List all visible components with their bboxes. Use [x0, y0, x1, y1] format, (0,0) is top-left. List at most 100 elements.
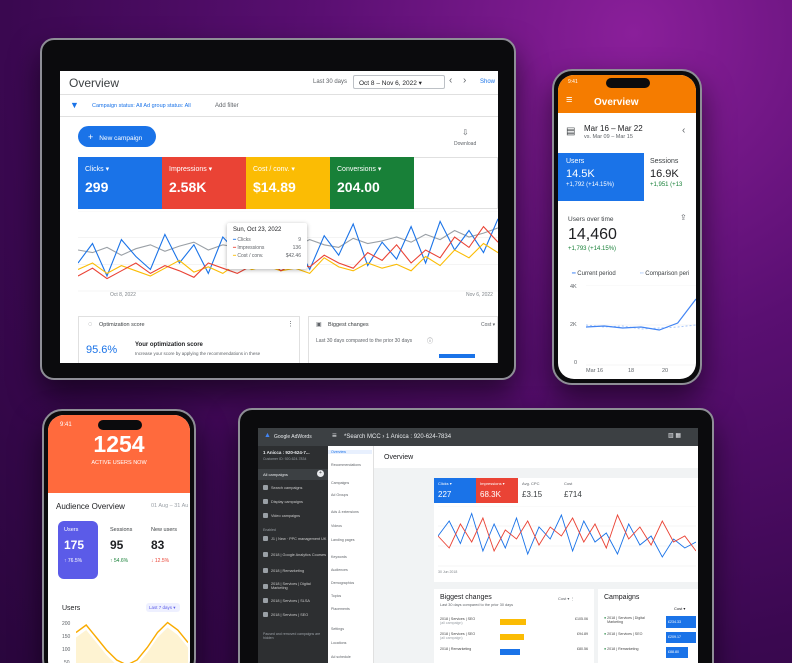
biggest-changes-card[interactable]: ▣ Biggest changes Cost ▾ Last 30 days co…	[308, 316, 498, 363]
kpi-clicks[interactable]: Clicks ▾ 227	[434, 478, 476, 503]
campaign-sidebar: 1 Anicca : 920-624-7... Customer ID: 920…	[258, 446, 328, 663]
help-icon[interactable]: ⓘ	[427, 336, 433, 345]
filter-status[interactable]: Campaign status: All Ad group status: Al…	[92, 103, 191, 109]
toolbar-icons[interactable]: ▥ ▦	[668, 432, 681, 439]
compare-range: vs. Mar 09 – Mar 15	[584, 134, 633, 140]
nav-ad-groups[interactable]: Ad Groups	[328, 493, 372, 497]
nav-audiences[interactable]: Audiences	[328, 568, 372, 572]
show-link[interactable]: Show	[480, 79, 495, 85]
adwords-biggest-changes[interactable]: Biggest changes Cost ▾ ⋮ Last 30 days co…	[434, 589, 594, 663]
kpi-avg-cpc[interactable]: Avg. CPC £3.15	[518, 478, 560, 503]
users-title: Users	[62, 605, 81, 612]
chevron-left-icon[interactable]: ‹	[682, 125, 685, 136]
legend-current: ━ Current period	[572, 271, 616, 277]
bc-row[interactable]: 2018 | Services | SEO (all campaign) £94.8…	[440, 632, 590, 644]
nav-videos[interactable]: Videos	[328, 524, 372, 528]
camp-cost-label: Cost	[674, 606, 683, 611]
kpi-impressions[interactable]: Impressions ▾ 68.3K	[476, 478, 518, 503]
add-filter-link[interactable]: Add filter	[215, 103, 239, 109]
users-line-chart	[586, 285, 696, 366]
all-campaigns-label: All campaigns	[263, 472, 288, 477]
date-range[interactable]: Mar 16 – Mar 22	[584, 124, 643, 133]
add-icon[interactable]: +	[317, 470, 324, 477]
cost-selector[interactable]: Cost ▾	[481, 322, 495, 328]
tab-users[interactable]: Users 14.5K +1,792 (+14.15%)	[558, 153, 644, 201]
sidebar-campaign[interactable]: 2018 | Services | SEO	[258, 612, 328, 617]
camp-row[interactable]: ● 2018 | Services | Digital Marketing £23…	[604, 616, 698, 630]
breadcrumb[interactable]: *Search MCC › 1 Anicca : 920-624-7834	[344, 434, 451, 440]
download-icon[interactable]: ⇩	[462, 128, 469, 137]
users-filter[interactable]: Last 7 days ▾	[146, 603, 180, 612]
phone-audience-screen: 9:41 1254 ACTIVE USERS NOW Audience Over…	[48, 415, 190, 663]
next-period-icon[interactable]: ›	[463, 75, 466, 86]
menu-icon[interactable]: ≡	[566, 94, 572, 106]
active-users-header: 9:41 1254 ACTIVE USERS NOW	[48, 415, 190, 493]
new-campaign-button[interactable]: + New campaign	[78, 126, 156, 147]
sidebar-campaign[interactable]: 2018 | Google Analytics Courses	[258, 552, 328, 557]
kpi-value: £714	[564, 490, 582, 499]
bc-row[interactable]: 2018 | Services | SEO (all campaign) £105.…	[440, 617, 590, 629]
kpi-value: 227	[438, 490, 452, 499]
sidebar-campaign[interactable]: 2018 | Services | SLSA	[258, 598, 328, 603]
all-campaigns-item[interactable]: All campaigns +	[258, 469, 328, 480]
kpi-cost-conv[interactable]: Cost / conv. ▾ $14.89	[246, 157, 330, 209]
sidebar-display-campaigns[interactable]: Display campaigns	[258, 499, 328, 504]
status-dot-icon: ●	[604, 647, 607, 651]
camp-row[interactable]: ● 2018 | Remarketing £88.80	[604, 647, 698, 659]
nav-landing-pages[interactable]: Landing pages	[328, 538, 372, 542]
bc-cost-selector[interactable]: Cost ▾ ⋮	[558, 596, 574, 601]
phone-analytics-screen: 9:41 ≡ Overview ▤ Mar 16 – Mar 22 vs. Ma…	[558, 75, 696, 379]
kpi-value: 2.58K	[169, 179, 207, 195]
filter-icon[interactable]: ▼	[70, 100, 79, 110]
app-title: Overview	[594, 97, 639, 108]
sidebar-campaign[interactable]: J1 | New · PPC management UK	[258, 536, 328, 541]
tab-delta: +1,951 (+13	[650, 182, 683, 188]
section-date[interactable]: 01 Aug – 31 Au	[151, 503, 188, 509]
y-tick: 200	[62, 621, 71, 627]
account-name[interactable]: 1 Anicca : 920-624-7...	[263, 450, 310, 455]
optimization-card[interactable]: ◌ Optimization score ⋮ 95.6% Your optimi…	[78, 316, 300, 363]
card-new-users[interactable]: New users 83 ↓ 12.5%	[147, 521, 189, 579]
date-range-picker[interactable]: Oct 8 – Nov 6, 2022 ▾	[353, 75, 445, 89]
sidebar-search-campaigns[interactable]: Search campaigns	[258, 485, 328, 490]
tooltip-row: ━ Clicks 9	[233, 237, 301, 243]
prev-period-icon[interactable]: ‹	[449, 75, 452, 86]
more-vert-icon[interactable]: ⋮	[287, 320, 294, 328]
adwords-campaigns-card[interactable]: Campaigns Cost ▾ ● 2018 | Services | Dig…	[598, 589, 698, 663]
kpi-impressions[interactable]: Impressions ▾ 2.58K	[162, 157, 246, 209]
sidebar-campaign[interactable]: 2018 | Remarketing	[258, 568, 328, 573]
kpi-cost[interactable]: Cost £714	[560, 478, 602, 503]
card-users[interactable]: Users 175 ↑ 76.5%	[58, 521, 98, 579]
tab-sessions[interactable]: Sessions 16.9K +1,951 (+13	[644, 153, 696, 201]
nav-campaigns[interactable]: Campaigns	[328, 481, 372, 485]
calendar-icon[interactable]: ▤	[566, 126, 575, 137]
camp-row[interactable]: ● 2018 | Services | SEO £209.17	[604, 632, 698, 644]
kpi-value: 299	[85, 179, 109, 195]
tab-label: Sessions	[650, 158, 679, 165]
nav-topics[interactable]: Topics	[328, 594, 372, 598]
nav-overview[interactable]: Overview	[328, 450, 372, 454]
campaign-icon	[263, 536, 268, 541]
sidebar-campaign[interactable]: 2018 | Services | Digital Marketing	[258, 582, 328, 590]
bc-title: Biggest changes	[440, 594, 492, 601]
campaign-icon	[263, 612, 268, 617]
nav-demographics[interactable]: Demographics	[328, 581, 372, 585]
kpi-label: Clicks	[85, 166, 104, 173]
nav-ads-extensions[interactable]: Ads & extensions	[328, 510, 372, 514]
share-icon[interactable]: ⇪	[680, 213, 687, 222]
nav-placements[interactable]: Placements	[328, 607, 372, 611]
bc-row[interactable]: 2018 | Remarketing £80.56	[440, 647, 590, 659]
kpi-conversions[interactable]: Conversions ▾ 204.00	[330, 157, 414, 209]
nav-keywords[interactable]: Keywords	[328, 555, 372, 559]
nav-settings[interactable]: Settings	[328, 627, 372, 631]
menu-icon[interactable]: ≡	[332, 431, 337, 440]
card-sessions[interactable]: Sessions 95 ↑ 54.6%	[104, 521, 144, 579]
camp-cost-header[interactable]: Cost ▾	[674, 606, 685, 611]
tab-delta: +1,792 (+14.15%)	[566, 182, 615, 188]
sidebar-video-campaigns[interactable]: Video campaigns	[258, 513, 328, 518]
nav-ad-schedule[interactable]: Ad schedule	[328, 655, 372, 659]
kpi-clicks[interactable]: Clicks ▾ 299	[78, 157, 162, 209]
nav-locations[interactable]: Locations	[328, 641, 372, 645]
dynamic-island	[606, 78, 650, 88]
nav-recommendations[interactable]: Recommendations	[328, 463, 372, 467]
